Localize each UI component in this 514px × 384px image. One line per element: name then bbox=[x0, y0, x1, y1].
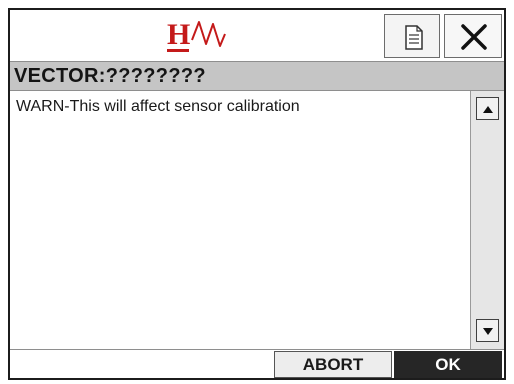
scroll-up-button[interactable] bbox=[476, 97, 499, 120]
arrow-up-icon bbox=[483, 106, 493, 113]
dialog-window: H VECTOR:???????? WARN-This will affect … bbox=[8, 8, 506, 380]
scroll-down-button[interactable] bbox=[476, 319, 499, 342]
document-icon bbox=[405, 25, 423, 50]
waveform-icon bbox=[191, 21, 226, 47]
close-icon bbox=[461, 24, 487, 50]
arrow-down-icon bbox=[483, 328, 493, 335]
hw-logo: H bbox=[161, 14, 241, 58]
message-area: WARN-This will affect sensor calibration bbox=[10, 91, 470, 349]
abort-button[interactable]: ABORT bbox=[274, 351, 392, 378]
dialog-title: VECTOR:???????? bbox=[14, 65, 206, 87]
logo-letter: H bbox=[167, 18, 190, 51]
dialog-header: H bbox=[10, 10, 504, 61]
dialog-footer: ABORT OK bbox=[10, 349, 504, 378]
title-bar: VECTOR:???????? bbox=[10, 61, 504, 91]
document-button[interactable] bbox=[384, 14, 440, 58]
close-button[interactable] bbox=[444, 14, 502, 58]
warning-message: WARN-This will affect sensor calibration bbox=[16, 98, 300, 115]
ok-button[interactable]: OK bbox=[394, 351, 502, 378]
vertical-scrollbar[interactable] bbox=[470, 91, 504, 349]
